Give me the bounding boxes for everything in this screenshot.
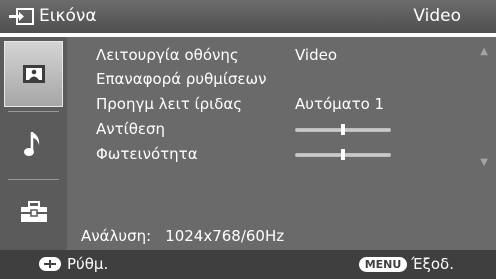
down-arrow-icon[interactable]: ▼: [480, 157, 488, 168]
resolution-info: Ανάλυση: 1024x768/60Hz: [81, 227, 284, 245]
menu-item-label: Προηγμ λειτ ίριδας: [96, 95, 243, 113]
exit-hint: MENU Έξοδ.: [358, 255, 454, 273]
osd-menu: Εικόνα Video ▲ ▼ Λειτουργία οθόνης Video…: [0, 0, 496, 279]
footer-bar: Ρύθμ. MENU Έξοδ.: [0, 250, 496, 279]
up-arrow-icon[interactable]: ▲: [480, 46, 488, 57]
resolution-label: Ανάλυση:: [81, 227, 152, 245]
menu-item-label: Επαναφορά ρυθμίσεων: [96, 70, 267, 88]
category-sidebar: [0, 37, 67, 250]
menu-item-value: Video: [295, 46, 338, 64]
toolbox-icon: [20, 201, 47, 222]
slider-knob[interactable]: [341, 149, 345, 160]
picture-icon: [22, 65, 45, 83]
sidebar-item-setup[interactable]: [4, 179, 63, 245]
contrast-slider[interactable]: [295, 124, 391, 135]
current-mode: Video: [413, 6, 461, 26]
sidebar-item-sound[interactable]: [4, 111, 63, 177]
header-bar: Εικόνα Video: [0, 0, 496, 33]
menu-key-icon: MENU: [358, 256, 408, 272]
adjust-label: Ρύθμ.: [67, 255, 109, 273]
menu-item-label: Λειτουργία οθόνης: [96, 46, 239, 64]
menu-title: Εικόνα: [39, 6, 97, 26]
input-icon: [9, 8, 34, 25]
menu-item-label: Φωτεινότητα: [96, 145, 198, 163]
music-note-icon: [23, 132, 39, 156]
adjust-hint: Ρύθμ.: [39, 255, 108, 273]
settings-panel: ▲ ▼ Λειτουργία οθόνης Video Επαναφορά ρυ…: [67, 37, 496, 250]
brightness-slider[interactable]: [295, 149, 391, 160]
dpad-icon: [39, 257, 61, 271]
menu-item-label: Αντίθεση: [96, 120, 166, 138]
sidebar-item-picture[interactable]: [4, 41, 63, 107]
resolution-value: 1024x768/60Hz: [165, 227, 285, 245]
menu-item-value: Αυτόματο 1: [295, 95, 385, 113]
slider-knob[interactable]: [341, 124, 345, 135]
exit-label: Έξοδ.: [411, 255, 454, 273]
